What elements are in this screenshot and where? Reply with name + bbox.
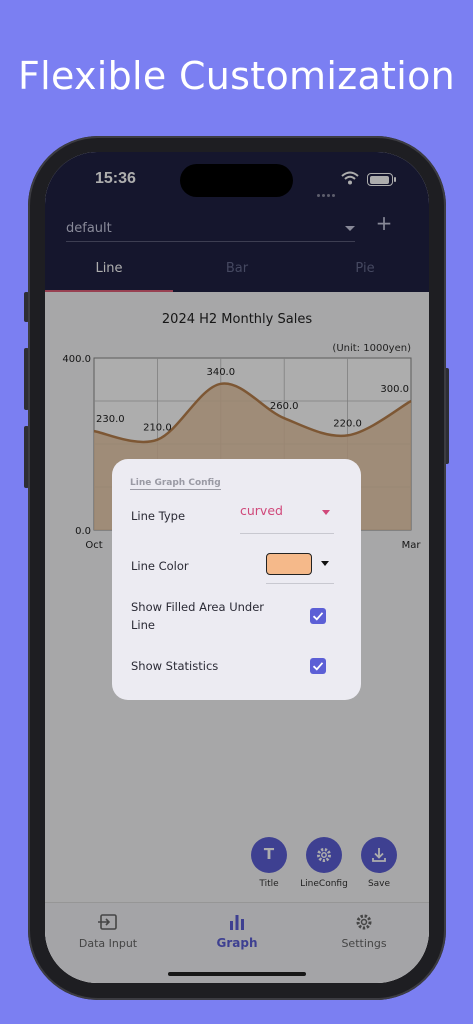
line-type-label: Line Type — [131, 509, 186, 523]
line-type-dropdown[interactable]: curved — [240, 503, 334, 534]
line-color-swatch — [266, 553, 312, 575]
line-type-value: curved — [240, 503, 283, 518]
headline: Flexible Customization — [17, 54, 456, 98]
check-icon — [312, 662, 324, 671]
dropdown-arrow-icon — [322, 510, 330, 515]
phone-screen: 15:36 default + Line Bar Pie 2024 H2 Mon… — [45, 152, 429, 983]
dropdown-arrow-icon — [321, 561, 329, 566]
line-color-label: Line Color — [131, 559, 189, 573]
show-filled-label: Show Filled Area Under Line — [131, 600, 265, 632]
check-icon — [312, 612, 324, 621]
line-graph-config-dialog: Line Graph Config Line Type curved Line … — [112, 459, 361, 700]
show-statistics-checkbox[interactable] — [310, 658, 326, 674]
dialog-title: Line Graph Config — [130, 478, 221, 490]
show-filled-checkbox[interactable] — [310, 608, 326, 624]
show-statistics-label: Show Statistics — [131, 659, 219, 673]
line-color-dropdown[interactable] — [266, 553, 334, 584]
